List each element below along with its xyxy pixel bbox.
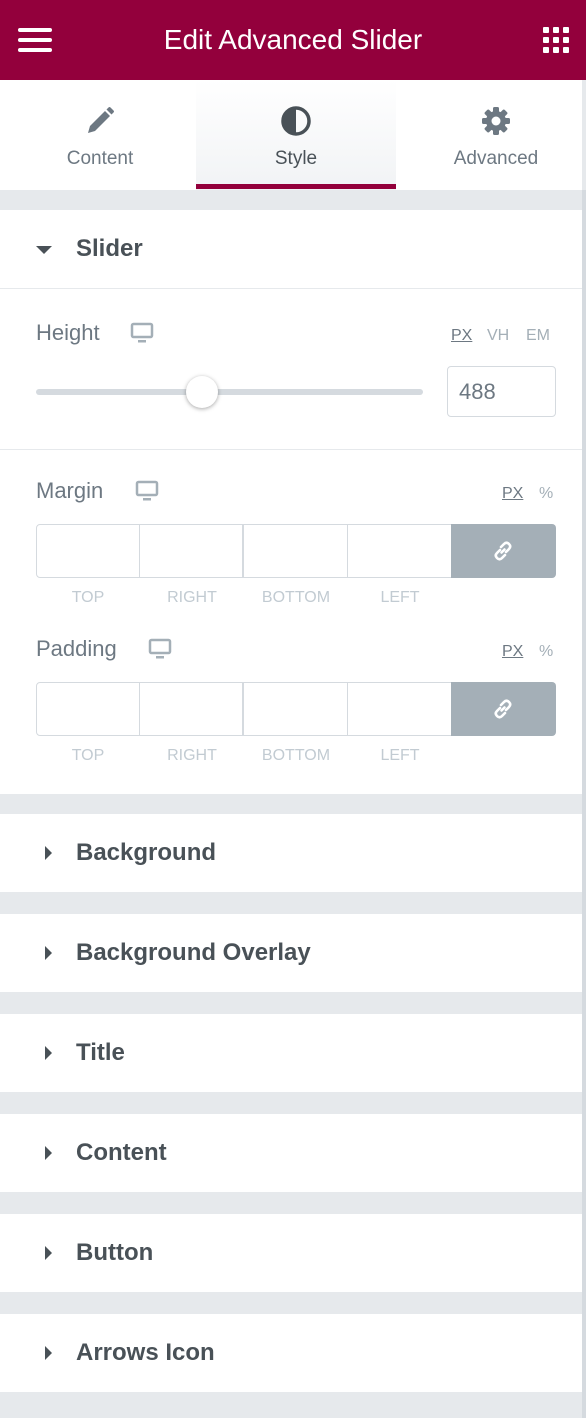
padding-top-input[interactable] <box>36 682 140 736</box>
margin-top-input[interactable] <box>36 524 140 578</box>
margin-dimensions <box>36 524 556 578</box>
padding-dimensions <box>36 682 556 736</box>
unit-percent[interactable]: % <box>539 485 553 503</box>
padding-right-input[interactable] <box>139 682 243 736</box>
section-title: Content <box>76 1139 167 1166</box>
panel-title: Edit Advanced Slider <box>163 24 423 55</box>
caret-down-icon <box>36 246 52 254</box>
section-button-header[interactable]: Button <box>0 1214 582 1292</box>
margin-left-label: LEFT <box>380 589 420 606</box>
padding-bottom-label: BOTTOM <box>261 747 331 764</box>
link-icon <box>494 699 512 719</box>
unit-px[interactable]: PX <box>502 643 523 661</box>
section-title: Background <box>76 839 217 866</box>
height-value-input[interactable]: 488 <box>447 366 556 417</box>
editor-tabs: Content Style Advanced <box>0 80 582 190</box>
section-arrows-icon: Arrows Icon <box>0 1314 582 1392</box>
section-title: Arrows Icon <box>76 1339 215 1366</box>
caret-right-icon <box>45 1046 52 1060</box>
caret-right-icon <box>45 1146 52 1160</box>
caret-right-icon <box>45 846 52 860</box>
widgets-grid-icon[interactable] <box>543 27 569 53</box>
height-label: Height <box>36 320 100 345</box>
gear-icon <box>482 107 510 135</box>
scrollbar[interactable] <box>582 190 586 1418</box>
caret-right-icon <box>45 1246 52 1260</box>
section-background: Background <box>0 814 582 892</box>
unit-vh[interactable]: VH <box>487 327 509 345</box>
padding-top-label: TOP <box>71 747 105 764</box>
margin-bottom-label: BOTTOM <box>261 589 331 606</box>
section-background-header[interactable]: Background <box>0 814 582 892</box>
section-button: Button <box>0 1214 582 1292</box>
padding-link-button[interactable] <box>451 682 556 736</box>
section-title-header[interactable]: Title <box>0 1014 582 1092</box>
tab-style[interactable]: Style <box>196 80 396 190</box>
margin-left-input[interactable] <box>347 524 452 578</box>
pencil-icon <box>88 107 114 133</box>
tab-style-label: Style <box>274 148 318 169</box>
section-content-header[interactable]: Content <box>0 1114 582 1192</box>
padding-left-input[interactable] <box>347 682 452 736</box>
unit-em[interactable]: EM <box>526 327 550 345</box>
caret-right-icon <box>45 946 52 960</box>
section-content: Content <box>0 1114 582 1192</box>
margin-top-label: TOP <box>71 589 105 606</box>
margin-bottom-input[interactable] <box>243 524 348 578</box>
padding-label: Padding <box>36 636 117 661</box>
section-slider-header[interactable]: Slider <box>0 210 582 288</box>
caret-right-icon <box>45 1346 52 1360</box>
section-title: Button <box>76 1239 154 1266</box>
section-background-overlay-header[interactable]: Background Overlay <box>0 914 582 992</box>
section-title: Slider <box>76 235 143 262</box>
unit-px[interactable]: PX <box>502 485 523 503</box>
active-tab-indicator <box>196 184 396 189</box>
section-title: Background Overlay <box>76 939 311 966</box>
desktop-device-icon[interactable] <box>130 322 154 344</box>
desktop-device-icon[interactable] <box>135 480 159 502</box>
margin-link-button[interactable] <box>451 524 556 578</box>
tab-advanced-label: Advanced <box>453 148 539 169</box>
unit-percent[interactable]: % <box>539 643 553 661</box>
section-background-overlay: Background Overlay <box>0 914 582 992</box>
unit-px[interactable]: PX <box>451 327 472 345</box>
section-title: Title <box>0 1014 582 1092</box>
margin-label: Margin <box>36 478 104 503</box>
half-circle-icon <box>281 106 311 136</box>
section-arrows-icon-header[interactable]: Arrows Icon <box>0 1314 582 1392</box>
section-title: Title <box>76 1039 125 1066</box>
padding-bottom-input[interactable] <box>243 682 348 736</box>
desktop-device-icon[interactable] <box>148 638 172 660</box>
link-icon <box>494 541 512 561</box>
divider <box>0 288 582 289</box>
tab-advanced[interactable]: Advanced <box>396 80 586 190</box>
tab-content[interactable]: Content <box>0 80 200 190</box>
padding-right-label: RIGHT <box>167 747 217 764</box>
tab-content-label: Content <box>66 148 134 169</box>
panel-header: Edit Advanced Slider <box>0 0 586 80</box>
margin-right-label: RIGHT <box>167 589 217 606</box>
padding-left-label: LEFT <box>380 747 420 764</box>
height-slider-track[interactable] <box>36 389 423 395</box>
margin-right-input[interactable] <box>139 524 243 578</box>
divider <box>0 449 582 450</box>
